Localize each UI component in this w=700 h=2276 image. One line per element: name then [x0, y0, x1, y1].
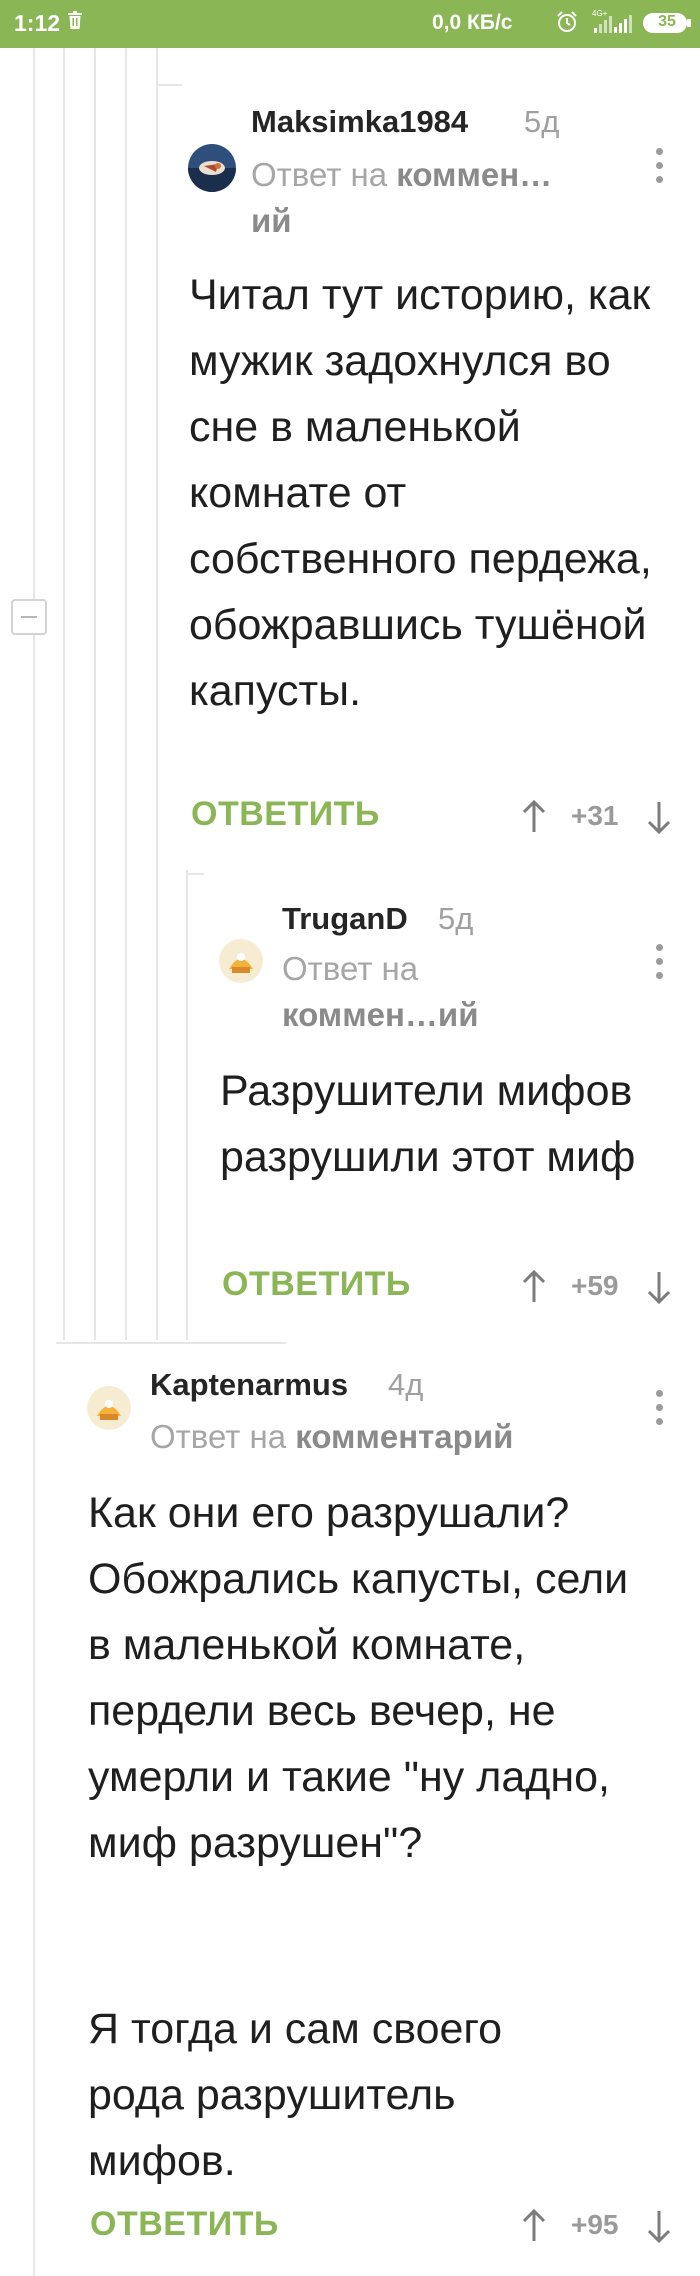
avatar	[219, 939, 263, 983]
thread-connector	[186, 873, 204, 875]
more-menu-icon[interactable]	[653, 944, 665, 984]
rating: +31	[571, 800, 619, 831]
reply-to-prefix: Ответ на	[150, 1418, 287, 1455]
comment-age: 4д	[388, 1367, 424, 1402]
network-type-label: 4G+	[592, 9, 608, 18]
reply-to-link[interactable]: комментарий	[295, 1418, 513, 1455]
comment-age: 5д	[438, 901, 474, 936]
thread-connector	[56, 1342, 286, 1344]
thread-line	[63, 48, 65, 1340]
network-speed: 0,0 КБ/с	[432, 11, 513, 34]
avatar	[188, 144, 236, 192]
comment-text-paragraph-2: Я тогда и сам своего рода разрушитель ми…	[88, 2005, 503, 2185]
downvote-arrow-icon[interactable]	[645, 800, 673, 834]
downvote-arrow-icon[interactable]	[645, 1270, 673, 1304]
reply-to-prefix: Ответ на	[282, 950, 419, 987]
reply-button[interactable]: ОТВЕТИТЬ	[90, 2205, 279, 2244]
thread-line	[156, 48, 158, 1340]
comment-text: Читал тут историю, как мужик задохнулся …	[189, 271, 652, 715]
username[interactable]: Maksimka1984	[251, 104, 468, 140]
status-time: 1:12	[14, 10, 61, 36]
reply-to-link[interactable]: коммен…ий	[282, 996, 479, 1033]
thread-line	[125, 48, 127, 1340]
signal-icon	[614, 15, 632, 33]
rating: +59	[571, 1270, 619, 1301]
reply-to-label: Ответ на коммен…ий	[282, 946, 512, 1038]
comment-age: 5д	[524, 104, 560, 139]
thread-line	[94, 48, 96, 1340]
more-menu-icon[interactable]	[653, 1390, 665, 1430]
upvote-arrow-icon[interactable]	[520, 1270, 548, 1304]
downvote-arrow-icon[interactable]	[645, 2209, 673, 2243]
thread-line	[186, 870, 188, 1340]
thread-connector	[156, 84, 182, 86]
reply-to-prefix: Ответ на	[251, 156, 388, 193]
upvote-arrow-icon[interactable]	[520, 2209, 548, 2243]
comment-text-paragraph-1: Как они его разрушали? Обожрались капуст…	[88, 1489, 629, 1867]
comment-text: Разрушители мифов разрушили этот миф	[220, 1067, 636, 1181]
more-menu-icon[interactable]	[653, 148, 665, 188]
reply-button[interactable]: ОТВЕТИТЬ	[191, 795, 380, 834]
reply-button[interactable]: ОТВЕТИТЬ	[222, 1265, 411, 1304]
username[interactable]: Kaptenarmus	[150, 1367, 348, 1403]
collapse-thread-button[interactable]	[11, 599, 47, 635]
reply-to-label: Ответ на коммен…ий	[251, 152, 591, 244]
thread-line	[33, 48, 35, 2276]
username[interactable]: TruganD	[282, 901, 408, 937]
battery-level: 35	[658, 13, 676, 30]
avatar	[87, 1386, 131, 1430]
rating: +95	[571, 2209, 619, 2240]
trash-icon	[68, 11, 82, 29]
alarm-icon	[557, 11, 577, 32]
upvote-arrow-icon[interactable]	[520, 800, 548, 834]
reply-to-label: Ответ на комментарий	[150, 1414, 610, 1460]
status-bar: 1:12 0,0 КБ/с 4G+ 35	[0, 0, 700, 48]
